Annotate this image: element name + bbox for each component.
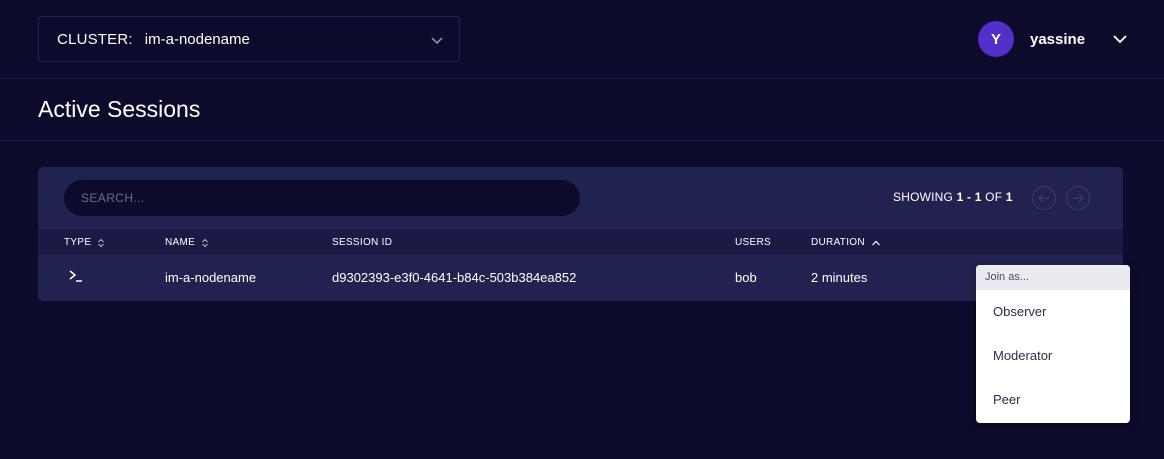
showing-of: OF [981, 190, 1006, 204]
username: yassine [1030, 30, 1086, 48]
sort-icon [202, 238, 208, 247]
showing-range: 1 - 1 [956, 190, 982, 204]
chevron-down-icon [431, 37, 443, 45]
arrow-left-icon [1038, 193, 1049, 203]
chevron-down-icon [1113, 35, 1127, 44]
pagination-summary: SHOWING 1 - 1 OF 1 [893, 190, 1013, 204]
column-header-session-id: SESSION ID [332, 237, 392, 248]
page-title-bar: Active Sessions [0, 80, 1164, 141]
column-label: TYPE [64, 237, 92, 248]
session-id: d9302393-e3f0-4641-b84c-503b384ea852 [332, 270, 577, 285]
column-header-users: USERS [735, 237, 771, 248]
column-header-name[interactable]: NAME [165, 237, 209, 248]
next-page-button[interactable] [1066, 186, 1090, 210]
sort-ascending-icon [871, 240, 880, 245]
column-header-duration[interactable]: DURATION [811, 237, 881, 248]
session-users: bob [735, 270, 757, 285]
table-header: TYPE NAME SESSION ID USERS DURATION [38, 229, 1123, 255]
cluster-value: im-a-nodename [144, 30, 250, 48]
join-as-moderator[interactable]: Moderator [976, 334, 1130, 378]
avatar: Y [978, 21, 1014, 57]
panel-toolbar: SHOWING 1 - 1 OF 1 [38, 167, 1123, 229]
cluster-label: CLUSTER: [57, 30, 133, 48]
session-name: im-a-nodename [165, 270, 257, 285]
sort-icon [98, 238, 105, 247]
sessions-panel: SHOWING 1 - 1 OF 1 TYPE NAME SESS [38, 167, 1123, 301]
session-duration: 2 minutes [811, 270, 868, 285]
column-header-type[interactable]: TYPE [64, 237, 105, 248]
prev-page-button[interactable] [1032, 186, 1056, 210]
column-label: SESSION ID [332, 237, 393, 248]
cluster-selector[interactable]: CLUSTER: im-a-nodename [38, 16, 460, 62]
join-as-menu: Join as... Observer Moderator Peer [976, 265, 1130, 423]
top-bar: CLUSTER: im-a-nodename Y yassine [0, 0, 1164, 79]
join-as-header: Join as... [976, 265, 1130, 290]
user-menu[interactable]: Y yassine [978, 21, 1129, 57]
arrow-right-icon [1073, 193, 1084, 203]
search-input[interactable] [64, 180, 580, 216]
column-label: USERS [735, 237, 771, 248]
column-label: DURATION [811, 237, 865, 248]
table-row: im-a-nodename d9302393-e3f0-4641-b84c-50… [38, 255, 1123, 301]
showing-prefix: SHOWING [893, 190, 957, 204]
column-label: NAME [165, 237, 196, 248]
join-as-observer[interactable]: Observer [976, 290, 1130, 334]
join-as-peer[interactable]: Peer [976, 378, 1130, 422]
terminal-icon [68, 268, 84, 287]
showing-total: 1 [1005, 190, 1013, 204]
page-title: Active Sessions [38, 96, 201, 122]
